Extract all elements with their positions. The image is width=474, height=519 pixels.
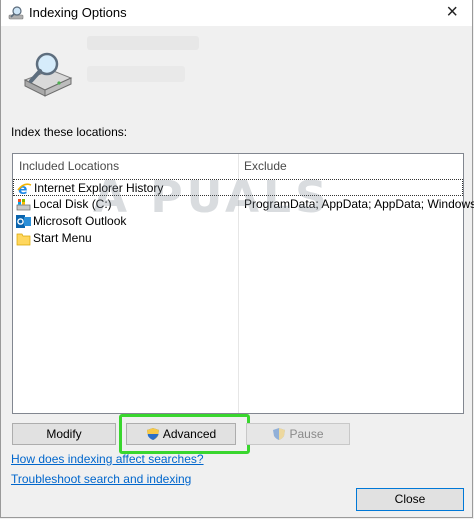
close-button[interactable]: Close — [356, 488, 464, 511]
indexing-magnifier-icon — [8, 6, 24, 20]
indexing-drive-magnifier-icon — [23, 52, 73, 97]
location-exclude: ProgramData; AppData; AppData; Windows — [244, 197, 474, 211]
disk-icon — [16, 199, 31, 211]
troubleshoot-search-link[interactable]: Troubleshoot search and indexing — [11, 472, 191, 486]
index-status-text — [87, 36, 199, 50]
list-item[interactable]: Start Menu — [13, 230, 463, 247]
pause-button: Pause — [246, 423, 350, 445]
column-exclude[interactable]: Exclude — [244, 154, 287, 178]
locations-list[interactable]: Included Locations Exclude e Internet Ex… — [12, 153, 474, 414]
outlook-icon — [16, 215, 31, 228]
locations-label: Index these locations: — [11, 125, 128, 139]
uac-shield-icon — [273, 428, 286, 440]
indexing-options-window: Indexing Options × Index these locations… — [0, 0, 474, 518]
location-name: Start Menu — [33, 231, 92, 245]
highlight-box — [119, 414, 250, 454]
location-name: Internet Explorer History — [34, 181, 164, 195]
window-title: Indexing Options — [29, 5, 127, 20]
close-window-icon[interactable]: × — [446, 1, 458, 23]
folder-icon — [16, 233, 31, 246]
modify-button[interactable]: Modify — [12, 423, 116, 445]
ie-icon: e — [17, 182, 32, 196]
location-name: Microsoft Outlook — [33, 214, 127, 228]
index-status-detail — [87, 66, 185, 82]
location-name: Local Disk (C:) — [33, 197, 112, 211]
list-item[interactable]: Local Disk (C:) ProgramData; AppData; Ap… — [13, 196, 474, 213]
list-item[interactable]: Microsoft Outlook — [13, 213, 463, 230]
list-item[interactable]: e Internet Explorer History — [13, 179, 463, 196]
how-indexing-affects-searches-link[interactable]: How does indexing affect searches? — [11, 452, 204, 466]
pause-label: Pause — [289, 427, 324, 441]
column-included-locations[interactable]: Included Locations — [19, 154, 119, 178]
title-bar: Indexing Options × — [1, 0, 472, 26]
